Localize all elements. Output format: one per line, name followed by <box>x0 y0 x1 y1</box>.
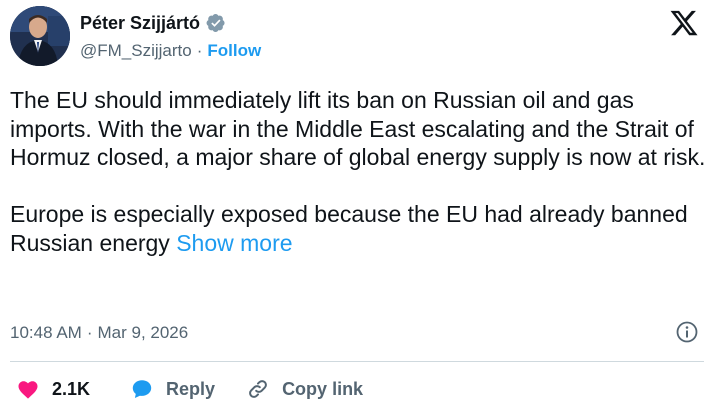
divider <box>10 361 704 362</box>
heart-icon <box>18 381 38 399</box>
info-icon[interactable] <box>675 320 699 344</box>
handle-separator: · <box>196 41 203 60</box>
reply-button[interactable]: Reply <box>130 377 215 401</box>
reply-label: Reply <box>166 378 216 399</box>
gray-check-icon <box>206 14 225 32</box>
action-bar: 2.1K Reply Copy link <box>16 376 363 402</box>
avatar-photo <box>10 6 70 66</box>
avatar[interactable] <box>10 6 70 66</box>
copy-link-label: Copy link <box>282 378 364 399</box>
author-handle-row: @FM_Szijjarto · Follow <box>80 40 261 62</box>
author-name[interactable]: Péter Szijjártó <box>80 13 200 34</box>
tweet-paragraph-2: Europe is especially exposed because the… <box>10 200 710 257</box>
author-handle[interactable]: @FM_Szijjarto <box>80 41 192 61</box>
tweet-date: Mar 9, 2026 <box>97 323 189 342</box>
link-icon <box>249 380 267 398</box>
tweet-time: 10:48 AM <box>10 323 82 342</box>
time-separator: · <box>86 323 93 342</box>
copy-link-button[interactable]: Copy link <box>246 377 363 401</box>
tweet-paragraph-1: The EU should immediately lift its ban o… <box>10 87 706 170</box>
tweet-paragraph-2-text: Europe is especially exposed because the… <box>10 201 688 256</box>
like-button[interactable]: 2.1K <box>16 377 90 401</box>
show-more-link[interactable]: Show more <box>176 230 292 256</box>
x-logo-icon[interactable] <box>669 8 699 38</box>
author-name-row: Péter Szijjártó <box>80 11 226 35</box>
speech-bubble-icon <box>132 380 152 398</box>
follow-button[interactable]: Follow <box>207 41 261 61</box>
like-count: 2.1K <box>52 378 91 399</box>
tweet-text: The EU should immediately lift its ban o… <box>10 86 710 257</box>
tweet-card: Péter Szijjártó @FM_Szijjarto · Follow T… <box>0 0 725 415</box>
timestamp[interactable]: 10:48 AM · Mar 9, 2026 <box>10 321 188 345</box>
